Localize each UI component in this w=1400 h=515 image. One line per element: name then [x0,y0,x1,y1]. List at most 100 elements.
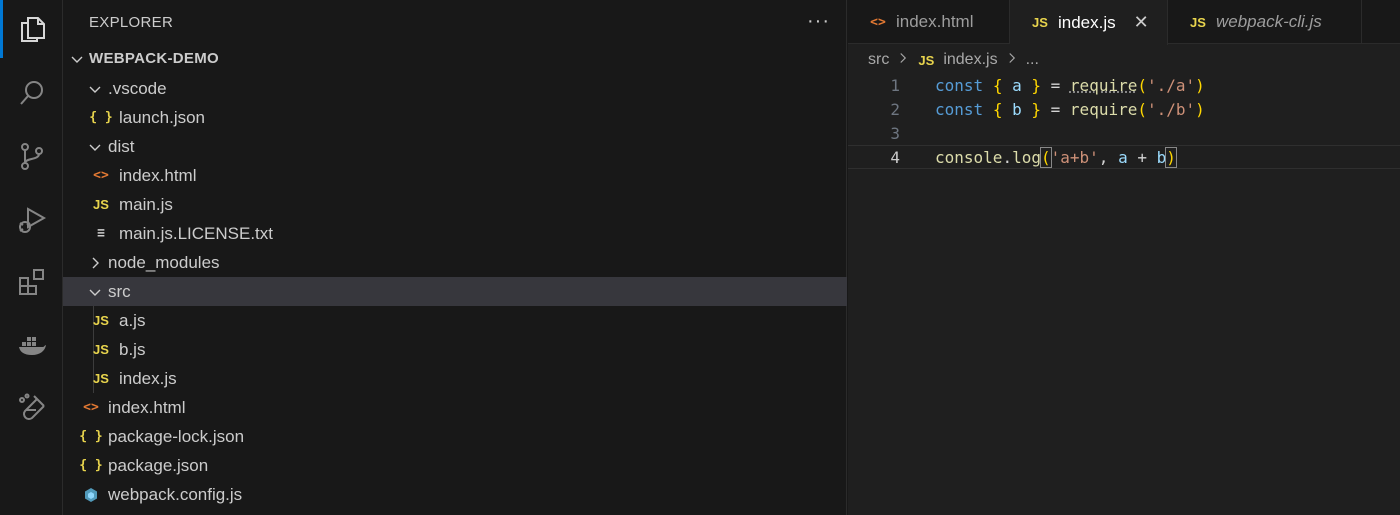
code-token: ( [1137,99,1147,119]
code-token: . [1002,147,1013,167]
tree-file-webpack-config-js[interactable]: webpack.config.js [63,480,847,509]
tree-item-label: index.js [119,368,177,388]
activity-bar [0,0,63,515]
html-file-icon: <> [870,14,886,30]
code-token: ) [1165,146,1177,168]
tree-file-a-js[interactable]: JS a.js [63,306,847,335]
json-file-icon: { } [79,429,103,444]
more-actions-icon[interactable]: ··· [807,10,830,33]
tree-file-b-js[interactable]: JS b.js [63,335,847,364]
code-token: const [935,99,984,119]
code-token: './a' [1147,75,1196,95]
close-icon[interactable]: ✕ [1134,12,1149,33]
tree-file-dist-index-html[interactable]: <> index.html [63,161,847,190]
code-line[interactable]: 1 const { a } = require('./a') [848,73,1400,97]
json-file-icon: { } [89,110,113,125]
tree-item-label: node_modules [108,252,220,272]
breadcrumb-file[interactable]: index.js [943,51,997,69]
chevron-down-icon [67,49,87,69]
tab-index-js[interactable]: JS index.js ✕ [1010,0,1168,45]
explorer-icon[interactable] [0,0,63,58]
code-token: b [1156,147,1167,167]
tree-file-main-js[interactable]: JS main.js [63,190,847,219]
line-number: 3 [890,123,900,143]
chevron-down-icon [85,137,105,157]
tab-label: index.html [896,12,974,31]
tab-webpack-cli-js[interactable]: JS webpack-cli.js [1168,0,1362,44]
breadcrumb-more[interactable]: ... [1026,51,1039,69]
js-file-icon: JS [93,197,109,212]
tree-item-label: main.js [119,194,173,214]
tab-index-html[interactable]: <> index.html [848,0,1010,44]
js-file-icon: JS [93,371,109,386]
json-file-icon: { } [79,458,103,473]
explorer-sidebar: EXPLORER ··· WEBPACK-DEMO .vscode { } la… [63,0,847,515]
code-line[interactable]: 4 console. log('a+b', a + b) [848,145,1400,169]
code-token: a [1012,75,1022,95]
code-token: { [992,99,1003,119]
code-token: { [992,75,1003,95]
tree-folder-dist[interactable]: dist [63,132,847,161]
code-token: ) [1195,99,1205,119]
tree-file-launch-json[interactable]: { } launch.json [63,103,847,132]
code-line[interactable]: 2 const { b } = require('./b') [848,97,1400,121]
js-file-icon: JS [1190,14,1206,30]
tree-item-label: package-lock.json [108,426,245,446]
workspace-root-label: WEBPACK-DEMO [89,50,219,67]
explorer-title: EXPLORER [89,13,174,31]
tree-file-package-json[interactable]: { } package.json [63,451,847,480]
editor-tabs: <> index.html JS index.js ✕ JS webpack-c… [848,0,1400,45]
tree-file-package-lock-json[interactable]: { } package-lock.json [63,422,847,451]
tree-folder-src[interactable]: src [63,277,847,306]
tree-file-license-txt[interactable]: ≡ main.js.LICENSE.txt [63,219,847,248]
code-token: , [1098,147,1119,167]
html-file-icon: <> [93,168,109,183]
code-token: = [1041,75,1070,95]
chevron-right-icon [897,51,909,69]
webpack-cube-icon [79,487,103,503]
code-line[interactable]: 3 [848,121,1400,145]
testing-flask-icon[interactable] [0,379,63,437]
docker-icon[interactable] [0,316,63,374]
tree-item-label: launch.json [119,107,206,127]
tree-item-label: .vscode [108,78,167,98]
tree-folder-node-modules[interactable]: node_modules [63,248,847,277]
code-token: b [1012,99,1022,119]
js-file-icon: JS [1032,15,1048,30]
tree-item-label: b.js [119,339,146,359]
extensions-icon[interactable] [0,253,63,311]
code-token: ( [1040,146,1052,168]
code-token: ( [1137,75,1147,95]
search-icon[interactable] [0,64,63,122]
line-number: 1 [890,75,900,95]
chevron-down-icon [85,282,105,302]
code-editor[interactable]: 1 const { a } = require('./a') 2 const { b … [848,73,1400,169]
code-token: a [1118,147,1128,167]
tree-item-label: src [108,281,131,301]
chevron-right-icon [85,253,105,273]
tree-item-label: dist [108,136,135,156]
breadcrumb-folder[interactable]: src [868,51,889,69]
tree-folder-vscode[interactable]: .vscode [63,74,847,103]
js-file-icon: JS [918,52,935,68]
workspace-root[interactable]: WEBPACK-DEMO [63,44,847,73]
tree-file-root-index-html[interactable]: <> index.html [63,393,847,422]
breadcrumb: src JS index.js ... [848,46,1400,74]
code-token: console [935,147,1003,167]
text-file-icon: ≡ [97,226,105,241]
tree-item-label: index.html [108,397,186,417]
tree-file-src-index-js[interactable]: JS index.js [63,364,847,393]
editor-area: <> index.html JS index.js ✕ JS webpack-c… [848,0,1400,515]
js-file-icon: JS [93,313,109,328]
run-debug-icon[interactable] [0,190,63,248]
code-token: + [1127,147,1157,167]
js-file-icon: JS [93,342,109,357]
chevron-down-icon [85,79,105,99]
code-token: = [1041,99,1070,119]
tab-label: webpack-cli.js [1216,12,1322,31]
source-control-icon[interactable] [0,127,63,185]
